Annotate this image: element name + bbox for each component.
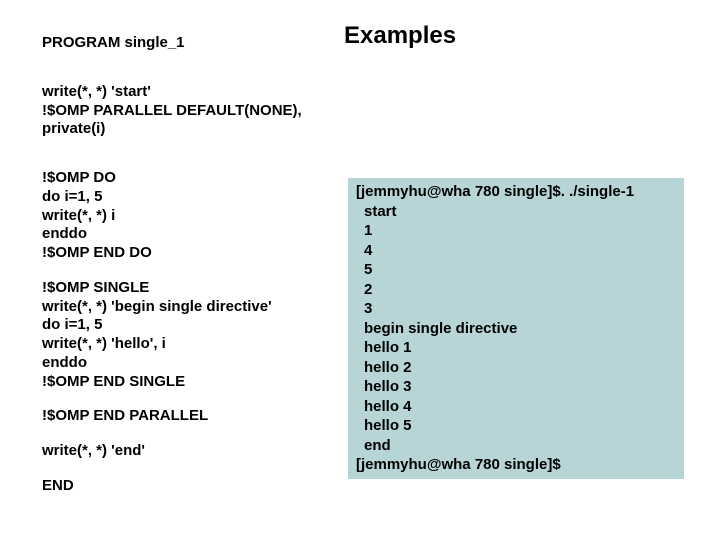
output-line: 1 (356, 221, 676, 241)
output-line: 4 (356, 241, 676, 261)
output-line: hello 4 (356, 397, 676, 417)
code-line: write(*, *) 'end' (42, 442, 342, 461)
code-line: PROGRAM single_1 (42, 34, 342, 53)
code-column: PROGRAM single_1 write(*, *) 'start' !$O… (42, 34, 342, 512)
code-line: do i=1, 5 (42, 188, 342, 207)
output-line: [jemmyhu@wha 780 single]$ (356, 455, 676, 475)
code-line: !$OMP DO (42, 169, 342, 188)
code-line: write(*, *) i (42, 207, 342, 226)
output-line: hello 3 (356, 377, 676, 397)
terminal-output: [jemmyhu@wha 780 single]$. ./single-1 st… (348, 178, 684, 479)
code-line: END (42, 477, 342, 496)
code-line: do i=1, 5 (42, 316, 342, 335)
output-line: 2 (356, 280, 676, 300)
code-line: !$OMP PARALLEL DEFAULT(NONE), (42, 102, 342, 121)
output-line: start (356, 202, 676, 222)
output-line: hello 2 (356, 358, 676, 378)
code-line: enddo (42, 354, 342, 373)
slide-title: Examples (344, 22, 456, 50)
code-line: !$OMP END PARALLEL (42, 407, 342, 426)
code-line: private(i) (42, 120, 342, 139)
output-line: hello 5 (356, 416, 676, 436)
code-line: write(*, *) 'hello', i (42, 335, 342, 354)
code-line: write(*, *) 'start' (42, 83, 342, 102)
output-line: hello 1 (356, 338, 676, 358)
output-line: [jemmyhu@wha 780 single]$. ./single-1 (356, 182, 676, 202)
code-line: !$OMP SINGLE (42, 279, 342, 298)
code-line: write(*, *) 'begin single directive' (42, 298, 342, 317)
code-line: !$OMP END SINGLE (42, 373, 342, 392)
output-line: 3 (356, 299, 676, 319)
output-line: 5 (356, 260, 676, 280)
output-line: end (356, 436, 676, 456)
code-line: enddo (42, 225, 342, 244)
slide: Examples PROGRAM single_1 write(*, *) 's… (0, 0, 720, 540)
output-line: begin single directive (356, 319, 676, 339)
code-line: !$OMP END DO (42, 244, 342, 263)
